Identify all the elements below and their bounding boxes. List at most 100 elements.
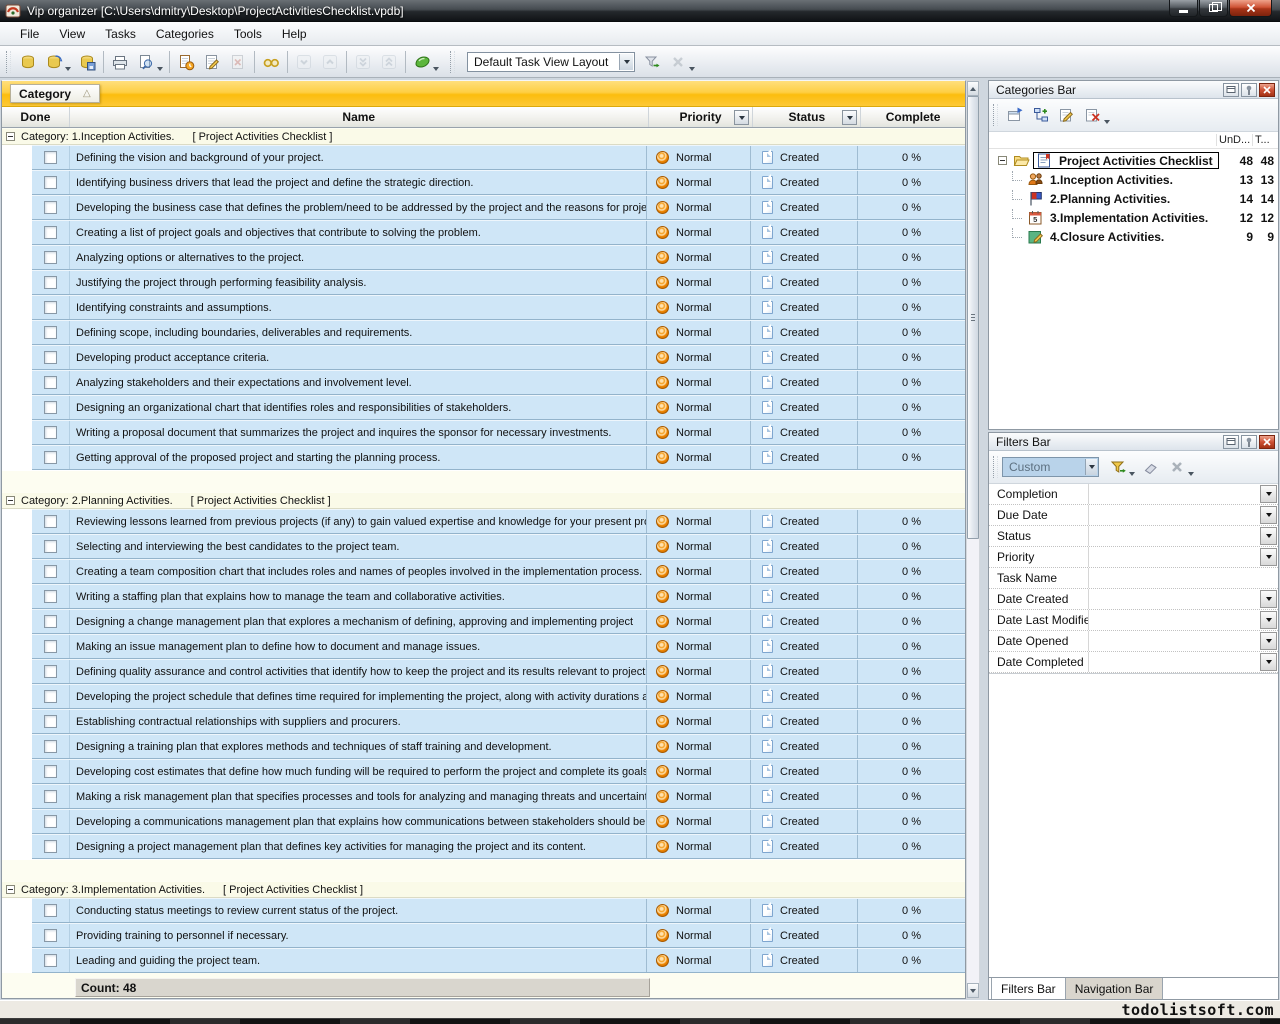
task-done-checkbox[interactable] <box>44 790 57 803</box>
task-row[interactable]: Identifying constraints and assumptions.… <box>2 295 965 320</box>
task-done-checkbox[interactable] <box>44 376 57 389</box>
filter-value-input[interactable] <box>1089 547 1260 567</box>
task-row[interactable]: Developing a communications management p… <box>2 809 965 834</box>
filter-dropdown-button[interactable] <box>1260 632 1277 650</box>
task-done-checkbox[interactable] <box>44 904 57 917</box>
filter-value-input[interactable] <box>1089 610 1260 630</box>
task-done-checkbox[interactable] <box>44 615 57 628</box>
task-done-checkbox[interactable] <box>44 176 57 189</box>
toolbar-grip[interactable] <box>993 456 998 478</box>
task-done-checkbox[interactable] <box>44 690 57 703</box>
tree-item-3-implementation-activities[interactable]: 53.Implementation Activities.1212 <box>989 208 1278 227</box>
delete-category-button[interactable] <box>1080 103 1106 127</box>
category-group-row[interactable]: Category: 1.Inception Activities.[ Proje… <box>2 128 965 145</box>
restore-button[interactable] <box>1199 0 1228 17</box>
filter-dropdown-button[interactable] <box>1260 485 1277 503</box>
category-group-row[interactable]: Category: 3.Implementation Activities.[ … <box>2 881 965 898</box>
tab-navigation-bar[interactable]: Navigation Bar <box>1066 978 1164 999</box>
category-group-row[interactable]: Category: 2.Planning Activities.[ Projec… <box>2 492 965 509</box>
task-row[interactable]: Getting approval of the proposed project… <box>2 445 965 470</box>
menu-item-file[interactable]: File <box>10 23 49 45</box>
add-subcategory-button[interactable] <box>1028 103 1054 127</box>
task-row[interactable]: Making a risk management plan that speci… <box>2 784 965 809</box>
clear-filter-button[interactable] <box>1138 455 1164 479</box>
task-row[interactable]: Defining quality assurance and control a… <box>2 659 965 684</box>
menu-item-tools[interactable]: Tools <box>224 23 272 45</box>
toolbar-grip[interactable] <box>450 51 455 73</box>
toolbar-grip[interactable] <box>993 104 998 126</box>
task-done-checkbox[interactable] <box>44 426 57 439</box>
tab-filters-bar[interactable]: Filters Bar <box>991 978 1066 999</box>
filter-dropdown-button[interactable] <box>1260 506 1277 524</box>
task-row[interactable]: Leading and guiding the project team.Nor… <box>2 948 965 973</box>
filter-value-input[interactable] <box>1089 526 1260 546</box>
menu-item-view[interactable]: View <box>49 23 95 45</box>
panel-restore-button[interactable] <box>1223 435 1239 449</box>
close-button[interactable] <box>1229 0 1272 17</box>
task-row[interactable]: Designing a project management plan that… <box>2 834 965 859</box>
task-done-checkbox[interactable] <box>44 151 57 164</box>
task-done-checkbox[interactable] <box>44 640 57 653</box>
column-header-complete[interactable]: Complete <box>861 107 965 127</box>
notify-button[interactable] <box>409 50 435 74</box>
filter-preset-combo[interactable]: Custom <box>1002 457 1099 477</box>
add-category-button[interactable] <box>1002 103 1028 127</box>
task-done-checkbox[interactable] <box>44 251 57 264</box>
scroll-down-button[interactable] <box>967 983 979 998</box>
task-done-checkbox[interactable] <box>44 665 57 678</box>
task-done-checkbox[interactable] <box>44 201 57 214</box>
group-by-category-chip[interactable]: Category △ <box>10 84 100 103</box>
task-row[interactable]: Creating a list of project goals and obj… <box>2 220 965 245</box>
filter-dropdown-button[interactable] <box>1260 548 1277 566</box>
scrollbar-thumb[interactable] <box>967 96 979 539</box>
task-row[interactable]: Making an issue management plan to defin… <box>2 634 965 659</box>
task-row[interactable]: Analyzing stakeholders and their expecta… <box>2 370 965 395</box>
task-done-checkbox[interactable] <box>44 815 57 828</box>
task-done-checkbox[interactable] <box>44 954 57 967</box>
task-row[interactable]: Conducting status meetings to review cur… <box>2 898 965 923</box>
new-task-button[interactable] <box>173 50 199 74</box>
column-header-undone[interactable]: UnD... <box>1216 134 1252 146</box>
column-header-total[interactable]: T... <box>1252 134 1278 146</box>
task-row[interactable]: Reviewing lessons learned from previous … <box>2 509 965 534</box>
chevron-down-icon[interactable] <box>619 54 633 70</box>
filter-dropdown-button[interactable] <box>1260 653 1277 671</box>
new-database-button[interactable] <box>15 50 41 74</box>
website-link[interactable]: todolistsoft.com <box>1122 1001 1275 1019</box>
edit-task-button[interactable] <box>199 50 225 74</box>
column-header-name[interactable]: Name <box>70 107 649 127</box>
filter-dropdown-button[interactable] <box>1260 611 1277 629</box>
toolbar-grip[interactable] <box>6 51 11 73</box>
task-row[interactable]: Writing a staffing plan that explains ho… <box>2 584 965 609</box>
task-done-checkbox[interactable] <box>44 715 57 728</box>
filter-value-input[interactable] <box>1089 589 1260 609</box>
panel-restore-button[interactable] <box>1223 83 1239 97</box>
collapse-expander-icon[interactable] <box>6 885 15 894</box>
task-row[interactable]: Creating a team composition chart that i… <box>2 559 965 584</box>
glasses-button[interactable] <box>258 50 284 74</box>
task-row[interactable]: Writing a proposal document that summari… <box>2 420 965 445</box>
task-row[interactable]: Developing cost estimates that define ho… <box>2 759 965 784</box>
collapse-expander-icon[interactable] <box>998 156 1007 165</box>
task-done-checkbox[interactable] <box>44 451 57 464</box>
task-done-checkbox[interactable] <box>44 301 57 314</box>
task-row[interactable]: Identifying business drivers that lead t… <box>2 170 965 195</box>
column-header-done[interactable]: Done <box>2 107 70 127</box>
task-done-checkbox[interactable] <box>44 326 57 339</box>
task-row[interactable]: Defining scope, including boundaries, de… <box>2 320 965 345</box>
filter-dropdown-button[interactable] <box>1260 590 1277 608</box>
chevron-down-icon[interactable] <box>1085 459 1097 475</box>
task-row[interactable]: Developing the project schedule that def… <box>2 684 965 709</box>
menu-item-help[interactable]: Help <box>272 23 317 45</box>
panel-pin-button[interactable] <box>1241 435 1257 449</box>
panel-close-button[interactable] <box>1259 435 1275 449</box>
task-done-checkbox[interactable] <box>44 765 57 778</box>
task-done-checkbox[interactable] <box>44 565 57 578</box>
task-done-checkbox[interactable] <box>44 590 57 603</box>
task-done-checkbox[interactable] <box>44 929 57 942</box>
open-database-button[interactable] <box>41 50 67 74</box>
delete-filter-button[interactable] <box>1164 455 1190 479</box>
status-filter-button[interactable] <box>842 110 857 125</box>
task-row[interactable]: Defining the vision and background of yo… <box>2 145 965 170</box>
scroll-up-button[interactable] <box>967 81 979 96</box>
